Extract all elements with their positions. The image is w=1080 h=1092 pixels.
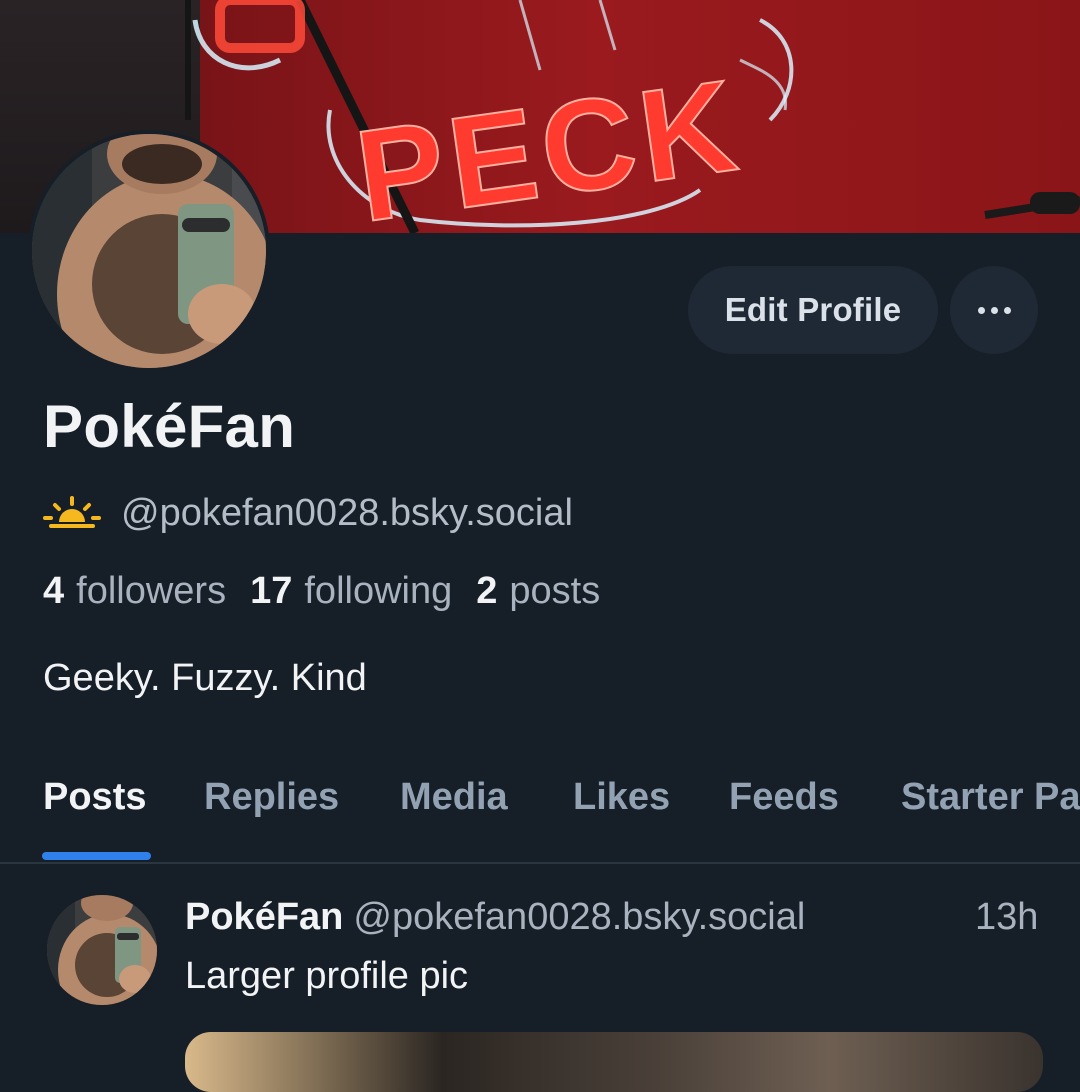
post-timestamp[interactable]: 13h xyxy=(975,896,1038,939)
followers-count: 4 xyxy=(43,570,65,612)
ellipsis-icon xyxy=(977,306,985,314)
post-image[interactable] xyxy=(185,1032,1043,1092)
banner-sign-text: PECK xyxy=(348,51,750,233)
ellipsis-icon-dot xyxy=(990,306,998,314)
posts-stat: 2 posts xyxy=(476,570,600,613)
active-tab-indicator xyxy=(42,852,151,860)
ellipsis-icon-dot xyxy=(1003,306,1011,314)
more-options-button[interactable] xyxy=(950,266,1038,354)
profile-handle: @pokefan0028.bsky.social xyxy=(121,491,573,534)
posts-count: 2 xyxy=(476,570,498,612)
tab-replies[interactable]: Replies xyxy=(204,776,339,819)
followers-stat[interactable]: 4 followers xyxy=(43,570,226,613)
post-header: PokéFan @pokefan0028.bsky.social xyxy=(185,896,805,939)
sunrise-icon xyxy=(43,496,101,528)
posts-label: posts xyxy=(509,570,601,612)
post-text: Larger profile pic xyxy=(185,955,469,997)
following-stat[interactable]: 17 following xyxy=(250,570,452,613)
profile-avatar[interactable] xyxy=(28,130,270,372)
handle-row: @pokefan0028.bsky.social xyxy=(43,488,573,538)
tab-media[interactable]: Media xyxy=(400,776,508,819)
following-label: following xyxy=(304,570,453,612)
post-author-name[interactable]: PokéFan xyxy=(185,896,343,938)
avatar-photo xyxy=(32,134,266,368)
post-avatar[interactable] xyxy=(47,895,157,1005)
profile-stats: 4 followers 17 following 2 posts xyxy=(43,570,600,613)
tab-likes[interactable]: Likes xyxy=(573,776,670,819)
tab-starter-packs[interactable]: Starter Pa xyxy=(901,776,1080,819)
profile-bio: Geeky. Fuzzy. Kind xyxy=(43,657,367,699)
post-author-handle[interactable]: @pokefan0028.bsky.social xyxy=(353,896,805,938)
profile-tabs: Posts Replies Media Likes Feeds Starter … xyxy=(0,760,1080,864)
display-name: PokéFan xyxy=(43,393,296,460)
tab-feeds[interactable]: Feeds xyxy=(729,776,839,819)
following-count: 17 xyxy=(250,570,293,612)
edit-profile-button[interactable]: Edit Profile xyxy=(688,266,938,354)
followers-label: followers xyxy=(76,570,227,612)
tab-posts[interactable]: Posts xyxy=(43,776,146,819)
